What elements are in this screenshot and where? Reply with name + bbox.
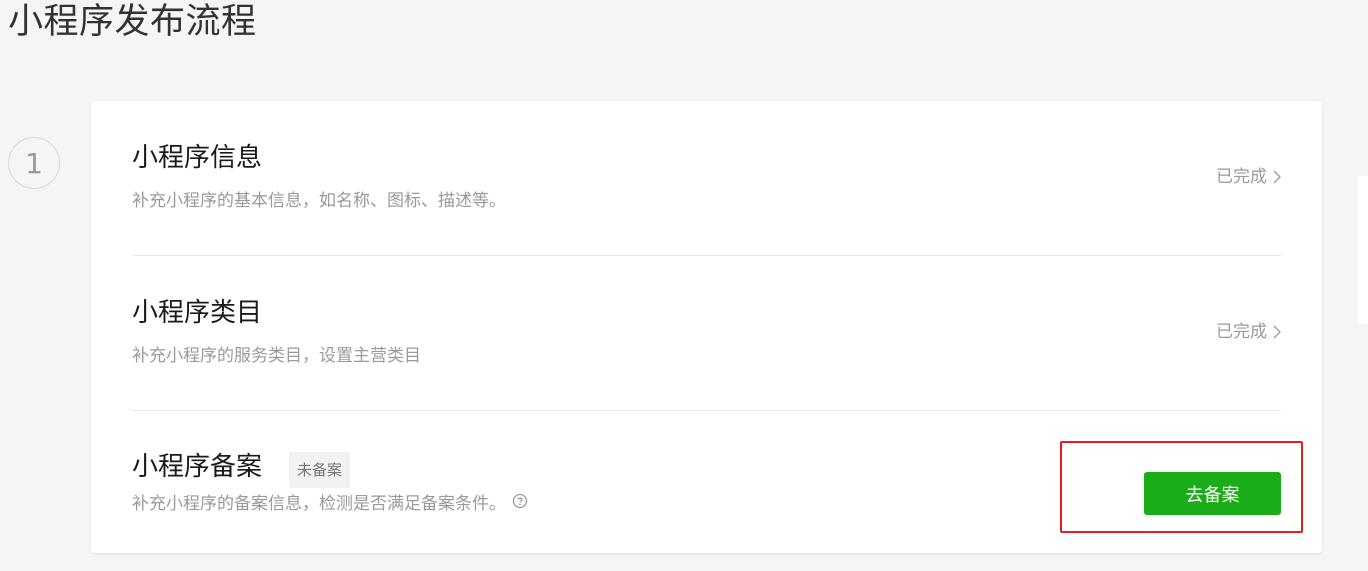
section-miniprogram-info: 小程序信息 补充小程序的基本信息，如名称、图标、描述等。 已完成 xyxy=(132,101,1281,255)
page-title: 小程序发布流程 xyxy=(8,2,257,42)
section-title: 小程序类目 xyxy=(132,298,263,328)
status-label: 已完成 xyxy=(1216,322,1267,342)
status-label: 已完成 xyxy=(1216,167,1267,187)
chevron-right-icon xyxy=(1273,325,1281,339)
status-badge-not-filed: 未备案 xyxy=(289,452,351,488)
section-description: 补充小程序的基本信息，如名称、图标、描述等。 xyxy=(132,191,506,211)
section-title: 小程序备案 xyxy=(132,452,263,482)
status-completed-link[interactable]: 已完成 xyxy=(1216,321,1281,343)
section-miniprogram-category: 小程序类目 补充小程序的服务类目，设置主营类目 已完成 xyxy=(132,256,1281,410)
chevron-right-icon xyxy=(1273,170,1281,184)
step-number-indicator: 1 xyxy=(8,137,60,189)
description-text: 补充小程序的备案信息，检测是否满足备案条件。 xyxy=(132,494,506,514)
section-title: 小程序信息 xyxy=(132,143,263,173)
question-circle-icon[interactable] xyxy=(512,493,528,515)
section-description: 补充小程序的服务类目，设置主营类目 xyxy=(132,346,421,366)
section-description: 补充小程序的备案信息，检测是否满足备案条件。 xyxy=(132,493,528,515)
status-completed-link[interactable]: 已完成 xyxy=(1216,166,1281,188)
go-filing-button[interactable]: 去备案 xyxy=(1144,472,1281,515)
side-panel-edge xyxy=(1358,176,1368,324)
